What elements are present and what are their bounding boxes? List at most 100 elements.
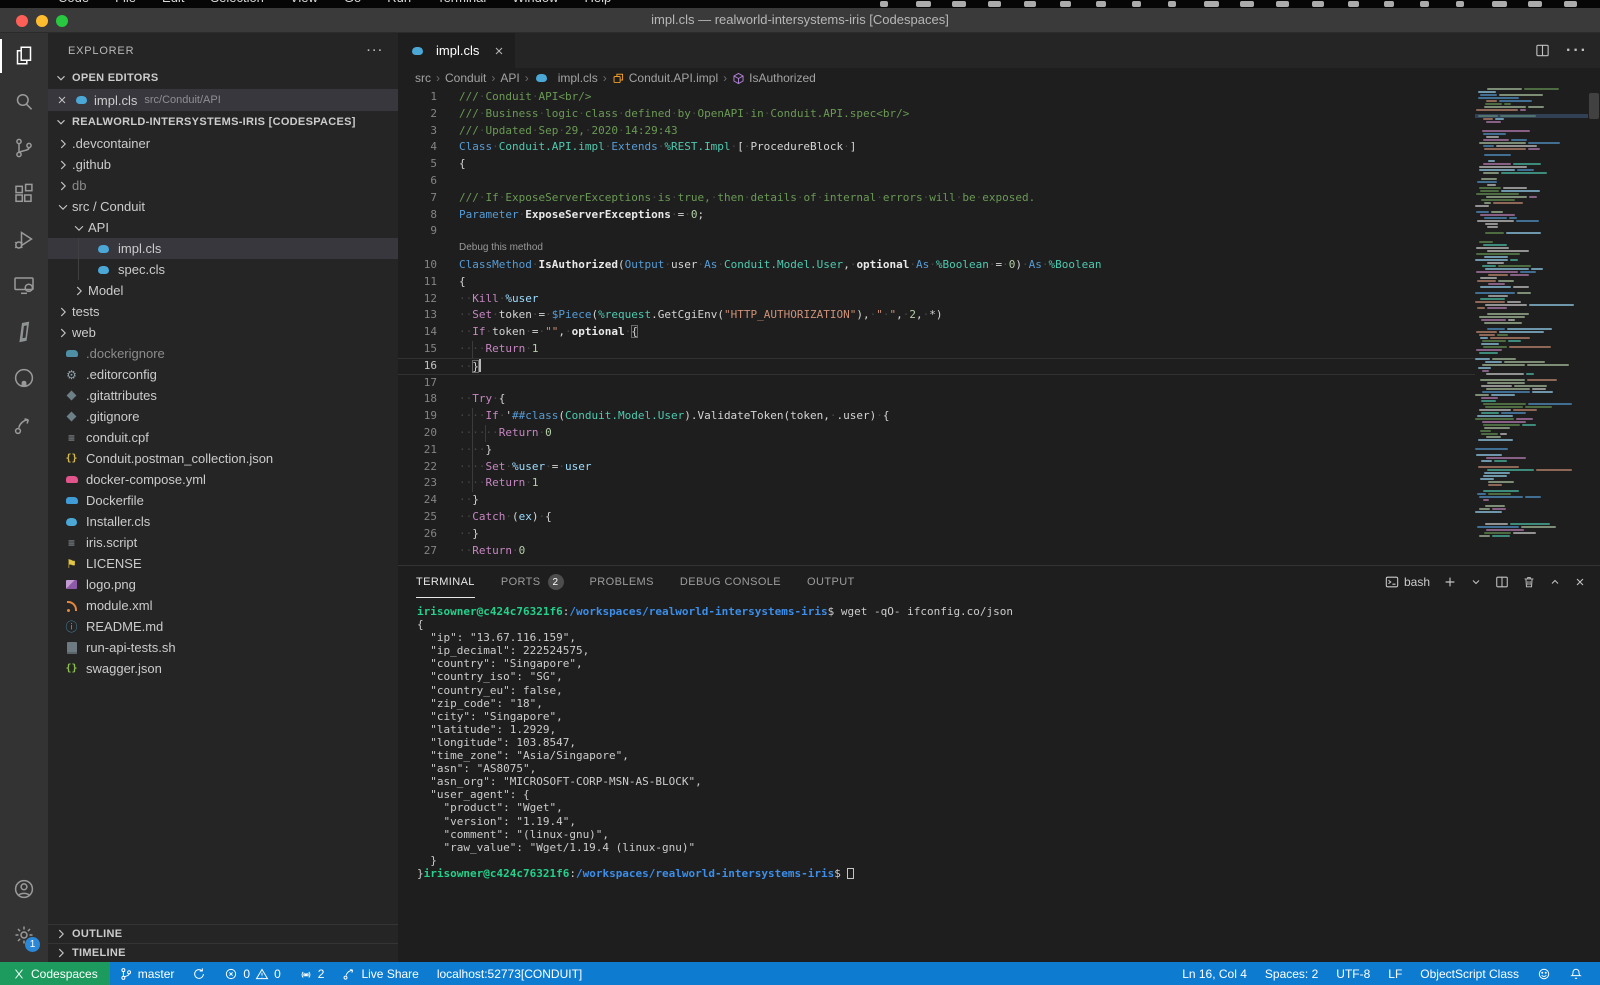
- split-terminal-icon[interactable]: [1495, 575, 1509, 589]
- status-cursor-position[interactable]: Ln 16, Col 4: [1173, 962, 1256, 985]
- status-ports[interactable]: 2: [290, 962, 334, 985]
- section-label: TIMELINE: [72, 947, 126, 959]
- code-editor[interactable]: 1///·Conduit·API<br/>2///·Business·logic…: [398, 88, 1600, 565]
- status-codespaces-indicator[interactable]: Codespaces: [0, 962, 110, 985]
- tree-item-tests[interactable]: tests: [48, 301, 398, 322]
- tree-item-spec-cls[interactable]: spec.cls: [48, 259, 398, 280]
- close-editor-icon[interactable]: [56, 94, 68, 106]
- status-eol[interactable]: LF: [1379, 962, 1411, 985]
- code-token: ": [876, 308, 883, 321]
- tree-item-license[interactable]: ⚑LICENSE: [48, 553, 398, 574]
- tree-item--gitignore[interactable]: .gitignore: [48, 406, 398, 427]
- panel-tab-problems[interactable]: PROBLEMS: [590, 566, 654, 598]
- project-section-header[interactable]: REALWORLD-INTERSYSTEMS-IRIS [CODESPACES]: [48, 111, 398, 133]
- tree-item-run-api-tests-sh[interactable]: run-api-tests.sh: [48, 637, 398, 658]
- activity-intersystems[interactable]: [0, 309, 48, 355]
- codelens-debug-this-method[interactable]: Debug this method: [398, 240, 1475, 257]
- breadcrumb-conduit[interactable]: Conduit: [445, 71, 486, 85]
- menu-item-go[interactable]: Go: [344, 0, 361, 8]
- activity-run-and-debug[interactable]: [0, 217, 48, 263]
- tree-item-iris-script[interactable]: ≡iris.script: [48, 532, 398, 553]
- status-branch[interactable]: master: [110, 962, 184, 985]
- open-editors-section-header[interactable]: OPEN EDITORS: [48, 67, 398, 89]
- open-editor-item[interactable]: impl.cls src/Conduit/API: [48, 89, 398, 111]
- shell-selector[interactable]: bash: [1385, 575, 1430, 589]
- tree-item-logo-png[interactable]: logo.png: [48, 574, 398, 595]
- breadcrumb-api[interactable]: API: [500, 71, 519, 85]
- tree-item-conduit-cpf[interactable]: ≡conduit.cpf: [48, 427, 398, 448]
- tree-item-installer-cls[interactable]: Installer.cls: [48, 511, 398, 532]
- close-panel-icon[interactable]: [1574, 576, 1586, 588]
- menu-item-view[interactable]: View: [290, 0, 318, 8]
- status-live-share[interactable]: Live Share: [333, 962, 427, 985]
- kill-terminal-icon[interactable]: [1522, 575, 1536, 589]
- code-token: Sep: [538, 124, 558, 137]
- tree-item-conduit-postman-collection-json[interactable]: {}Conduit.postman_collection.json: [48, 448, 398, 469]
- breadcrumb-src[interactable]: src: [415, 71, 431, 85]
- tree-item-readme-md[interactable]: ⓘREADME.md: [48, 616, 398, 637]
- menu-item-terminal[interactable]: Terminal: [437, 0, 486, 8]
- status-indentation[interactable]: Spaces: 2: [1256, 962, 1327, 985]
- menu-item-file[interactable]: File: [115, 0, 136, 8]
- terminal-output[interactable]: irisowner@c424c76321f6:/workspaces/realw…: [398, 598, 1600, 962]
- status-sync[interactable]: [183, 962, 215, 985]
- panel-tab-debug-console[interactable]: DEBUG CONSOLE: [680, 566, 781, 598]
- tree-item--devcontainer[interactable]: .devcontainer: [48, 133, 398, 154]
- menu-item-window[interactable]: Window: [512, 0, 558, 8]
- editor-scrollbar-thumb[interactable]: [1589, 93, 1599, 119]
- code-token: .GetCgiEnv(: [651, 308, 724, 321]
- tree-item-dockerfile[interactable]: Dockerfile: [48, 490, 398, 511]
- activity-github[interactable]: [0, 355, 48, 401]
- editor-more-actions-icon[interactable]: ···: [1566, 42, 1588, 60]
- panel-tab-terminal[interactable]: TERMINAL: [416, 566, 475, 598]
- close-tab-icon[interactable]: [493, 45, 505, 57]
- menu-item-run[interactable]: Run: [387, 0, 411, 8]
- new-terminal-icon[interactable]: [1443, 575, 1457, 589]
- menu-item-selection[interactable]: Selection: [210, 0, 263, 8]
- menu-item-help[interactable]: Help: [584, 0, 611, 8]
- breadcrumb-conduit-api-impl[interactable]: Conduit.API.impl: [612, 71, 718, 85]
- tree-item-impl-cls[interactable]: impl.cls: [48, 238, 398, 259]
- activity-source-control[interactable]: [0, 125, 48, 171]
- tree-item-label: spec.cls: [118, 262, 165, 277]
- tree-item-src-conduit[interactable]: src / Conduit: [48, 196, 398, 217]
- tree-item--github[interactable]: .github: [48, 154, 398, 175]
- status-problems[interactable]: 00: [215, 962, 289, 985]
- tree-item-module-xml[interactable]: module.xml: [48, 595, 398, 616]
- status-host[interactable]: localhost:52773[CONDUIT]: [428, 962, 591, 985]
- explorer-more-actions-icon[interactable]: ···: [367, 45, 384, 57]
- menu-item-edit[interactable]: Edit: [162, 0, 184, 8]
- tab-impl-cls[interactable]: impl.cls: [398, 33, 515, 68]
- tree-item--gitattributes[interactable]: .gitattributes: [48, 385, 398, 406]
- tree-item-model[interactable]: Model: [48, 280, 398, 301]
- tree-item-web[interactable]: web: [48, 322, 398, 343]
- maximize-panel-icon[interactable]: [1549, 576, 1561, 588]
- tree-item--editorconfig[interactable]: ⚙.editorconfig: [48, 364, 398, 385]
- tree-item-db[interactable]: db: [48, 175, 398, 196]
- status-language-mode[interactable]: ObjectScript Class: [1411, 962, 1528, 985]
- minimap[interactable]: [1475, 88, 1588, 565]
- status-feedback[interactable]: [1528, 962, 1560, 985]
- panel-tab-ports[interactable]: PORTS2: [501, 566, 564, 598]
- activity-extensions[interactable]: [0, 171, 48, 217]
- chevron-down-icon[interactable]: [1470, 576, 1482, 588]
- tree-item--dockerignore[interactable]: .dockerignore: [48, 343, 398, 364]
- tree-item-docker-compose-yml[interactable]: docker-compose.yml: [48, 469, 398, 490]
- split-editor-icon[interactable]: [1535, 43, 1550, 58]
- status-encoding[interactable]: UTF-8: [1327, 962, 1379, 985]
- panel-tab-output[interactable]: OUTPUT: [807, 566, 855, 598]
- section-header-timeline[interactable]: TIMELINE: [48, 943, 398, 962]
- menu-item-code[interactable]: Code: [58, 0, 89, 8]
- activity-settings[interactable]: 1: [0, 912, 48, 958]
- activity-accounts[interactable]: [0, 866, 48, 912]
- section-header-outline[interactable]: OUTLINE: [48, 924, 398, 943]
- tree-item-swagger-json[interactable]: {}swagger.json: [48, 658, 398, 679]
- activity-remote-explorer[interactable]: [0, 263, 48, 309]
- breadcrumb-impl-cls[interactable]: impl.cls: [534, 71, 598, 85]
- activity-search[interactable]: [0, 79, 48, 125]
- status-notifications[interactable]: [1560, 962, 1592, 985]
- activity-live-share[interactable]: [0, 401, 48, 447]
- activity-explorer[interactable]: [0, 33, 48, 79]
- tree-item-api[interactable]: API: [48, 217, 398, 238]
- breadcrumb-isauthorized[interactable]: IsAuthorized: [732, 71, 816, 85]
